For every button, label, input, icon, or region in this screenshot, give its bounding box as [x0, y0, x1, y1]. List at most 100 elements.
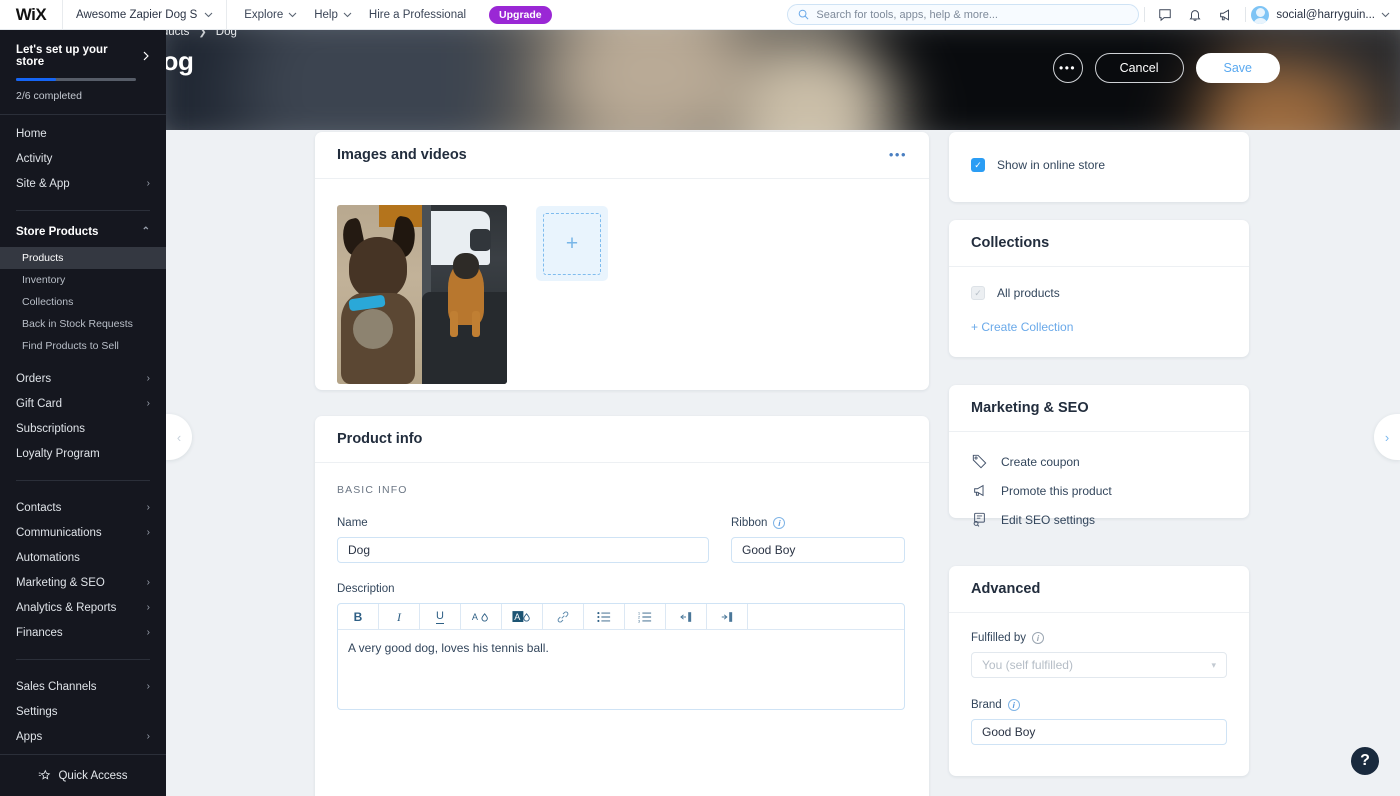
sidebar-item-activity[interactable]: Activity	[0, 146, 166, 171]
more-options-button[interactable]: •••	[1052, 53, 1083, 83]
image-detail	[453, 253, 479, 279]
sidebar-item-automations[interactable]: Automations	[0, 545, 166, 570]
chevron-down-icon[interactable]	[1381, 12, 1390, 18]
setup-store-block[interactable]: Let's set up your store 2/6 completed	[0, 30, 166, 114]
sidebar-item-inventory[interactable]: Inventory	[0, 269, 166, 291]
chevron-right-icon: ›	[146, 602, 150, 613]
sidebar-item-marketing-seo[interactable]: Marketing & SEO ›	[0, 570, 166, 595]
info-icon[interactable]: i	[773, 517, 786, 529]
sidebar-item-products[interactable]: Products	[0, 247, 166, 269]
svg-text:A: A	[514, 612, 521, 622]
sidebar-item-label: Analytics & Reports	[16, 601, 117, 614]
edit-seo-settings-item[interactable]: Edit SEO settings	[971, 505, 1227, 534]
search-input[interactable]: Search for tools, apps, help & more...	[787, 4, 1140, 25]
collection-item-all-products[interactable]: ✓ All products	[971, 286, 1227, 300]
info-icon[interactable]: i	[1007, 699, 1020, 711]
topnav-explore[interactable]: Explore	[244, 9, 297, 21]
show-in-online-store-row[interactable]: ✓ Show in online store	[949, 132, 1249, 198]
image-detail	[349, 237, 407, 299]
sidebar-group-primary: Home Activity Site & App ›	[0, 115, 166, 202]
user-email[interactable]: social@harryguin...	[1276, 9, 1375, 21]
quick-access-button[interactable]: Quick Access	[0, 754, 166, 796]
sidebar-item-home[interactable]: Home	[0, 121, 166, 146]
ribbon-input[interactable]: Good Boy	[731, 537, 905, 563]
bell-icon[interactable]	[1180, 3, 1210, 27]
sidebar-item-gift-card[interactable]: Gift Card ›	[0, 391, 166, 416]
text-direction-ltr-icon[interactable]	[707, 604, 748, 630]
plus-icon: +	[543, 212, 601, 275]
cancel-button[interactable]: Cancel	[1094, 53, 1184, 83]
save-button[interactable]: Save	[1195, 53, 1280, 83]
add-media-button[interactable]: +	[536, 206, 608, 281]
text-direction-rtl-icon[interactable]	[666, 604, 707, 630]
chevron-down-icon: ▾	[1211, 659, 1216, 670]
sidebar-item-collections[interactable]: Collections	[0, 291, 166, 313]
bold-icon[interactable]: B	[338, 604, 379, 630]
star-sparkle-icon	[39, 769, 51, 780]
promote-product-item[interactable]: Promote this product	[971, 476, 1227, 505]
show-in-online-store-checkbox[interactable]: ✓	[971, 158, 985, 172]
bulleted-list-icon[interactable]	[584, 604, 625, 630]
sidebar-item-analytics-reports[interactable]: Analytics & Reports ›	[0, 595, 166, 620]
sidebar-item-label: Activity	[16, 152, 53, 165]
upgrade-button[interactable]: Upgrade	[489, 5, 552, 24]
site-switcher[interactable]: Awesome Zapier Dog S	[62, 0, 228, 30]
sidebar-item-back-in-stock[interactable]: Back in Stock Requests	[0, 313, 166, 335]
chat-icon[interactable]	[1150, 3, 1180, 27]
sidebar-item-contacts[interactable]: Contacts ›	[0, 495, 166, 520]
fulfilled-by-label-text: Fulfilled by	[971, 632, 1026, 644]
product-image-1[interactable]	[337, 205, 422, 384]
chevron-right-icon	[143, 51, 149, 61]
toolbar-empty-space	[748, 604, 904, 629]
sidebar-item-store-products[interactable]: Store Products ⌃	[0, 219, 166, 244]
name-label: Name	[337, 517, 368, 529]
chevron-right-icon: ›	[146, 681, 150, 692]
megaphone-icon[interactable]	[1210, 3, 1240, 27]
divider	[1245, 7, 1247, 22]
sidebar-item-settings[interactable]: Settings	[0, 699, 166, 724]
card-header: Product info	[315, 416, 929, 463]
underline-icon[interactable]: U	[420, 604, 461, 630]
name-input[interactable]: Dog	[337, 537, 709, 563]
highlight-color-icon[interactable]: A	[502, 604, 543, 630]
sidebar-item-apps[interactable]: Apps ›	[0, 724, 166, 749]
italic-icon[interactable]: I	[379, 604, 420, 630]
sidebar-item-finances[interactable]: Finances ›	[0, 620, 166, 645]
fulfilled-by-select[interactable]: You (self fulfilled) ▾	[971, 652, 1227, 678]
sidebar-item-label: Back in Stock Requests	[22, 318, 133, 330]
product-image-2[interactable]	[422, 205, 507, 384]
sidebar-item-label: Contacts	[16, 501, 62, 514]
brand-label-text: Brand	[971, 699, 1002, 711]
numbered-list-icon[interactable]: 123	[625, 604, 666, 630]
svg-text:3: 3	[638, 619, 640, 623]
topnav-hire-professional[interactable]: Hire a Professional	[369, 9, 466, 21]
chevron-right-icon: ›	[146, 398, 150, 409]
brand-input[interactable]: Good Boy	[971, 719, 1227, 745]
sidebar-item-label: Communications	[16, 526, 102, 539]
help-button[interactable]: ?	[1348, 744, 1382, 778]
topnav-help[interactable]: Help	[314, 9, 352, 21]
image-detail	[450, 311, 458, 337]
info-icon[interactable]: i	[1031, 632, 1044, 644]
sidebar-item-loyalty-program[interactable]: Loyalty Program	[0, 441, 166, 466]
sidebar-item-subscriptions[interactable]: Subscriptions	[0, 416, 166, 441]
wix-logo[interactable]: WiX	[0, 5, 62, 25]
advanced-body: Fulfilled by i You (self fulfilled) ▾ Br…	[949, 613, 1249, 764]
description-textarea[interactable]: A very good dog, loves his tennis ball.	[338, 630, 904, 709]
text-color-icon[interactable]: A	[461, 604, 502, 630]
sidebar-item-communications[interactable]: Communications ›	[0, 520, 166, 545]
sidebar-item-sales-channels[interactable]: Sales Channels ›	[0, 674, 166, 699]
chevron-right-icon: ›	[146, 627, 150, 638]
product-image-thumbnails[interactable]	[337, 205, 507, 384]
topnav-help-label: Help	[314, 8, 338, 21]
sidebar-group-commerce: Orders › Gift Card › Subscriptions Loyal…	[0, 357, 166, 472]
sidebar-item-find-products[interactable]: Find Products to Sell	[0, 335, 166, 357]
create-collection-link[interactable]: + Create Collection	[971, 320, 1227, 334]
create-coupon-item[interactable]: Create coupon	[971, 447, 1227, 476]
sidebar-item-label: Gift Card	[16, 397, 63, 410]
sidebar-item-site-app[interactable]: Site & App ›	[0, 171, 166, 196]
link-icon[interactable]	[543, 604, 584, 630]
sidebar-item-label: Loyalty Program	[16, 447, 100, 460]
sidebar-item-label: Inventory	[22, 274, 66, 286]
sidebar-item-orders[interactable]: Orders ›	[0, 366, 166, 391]
